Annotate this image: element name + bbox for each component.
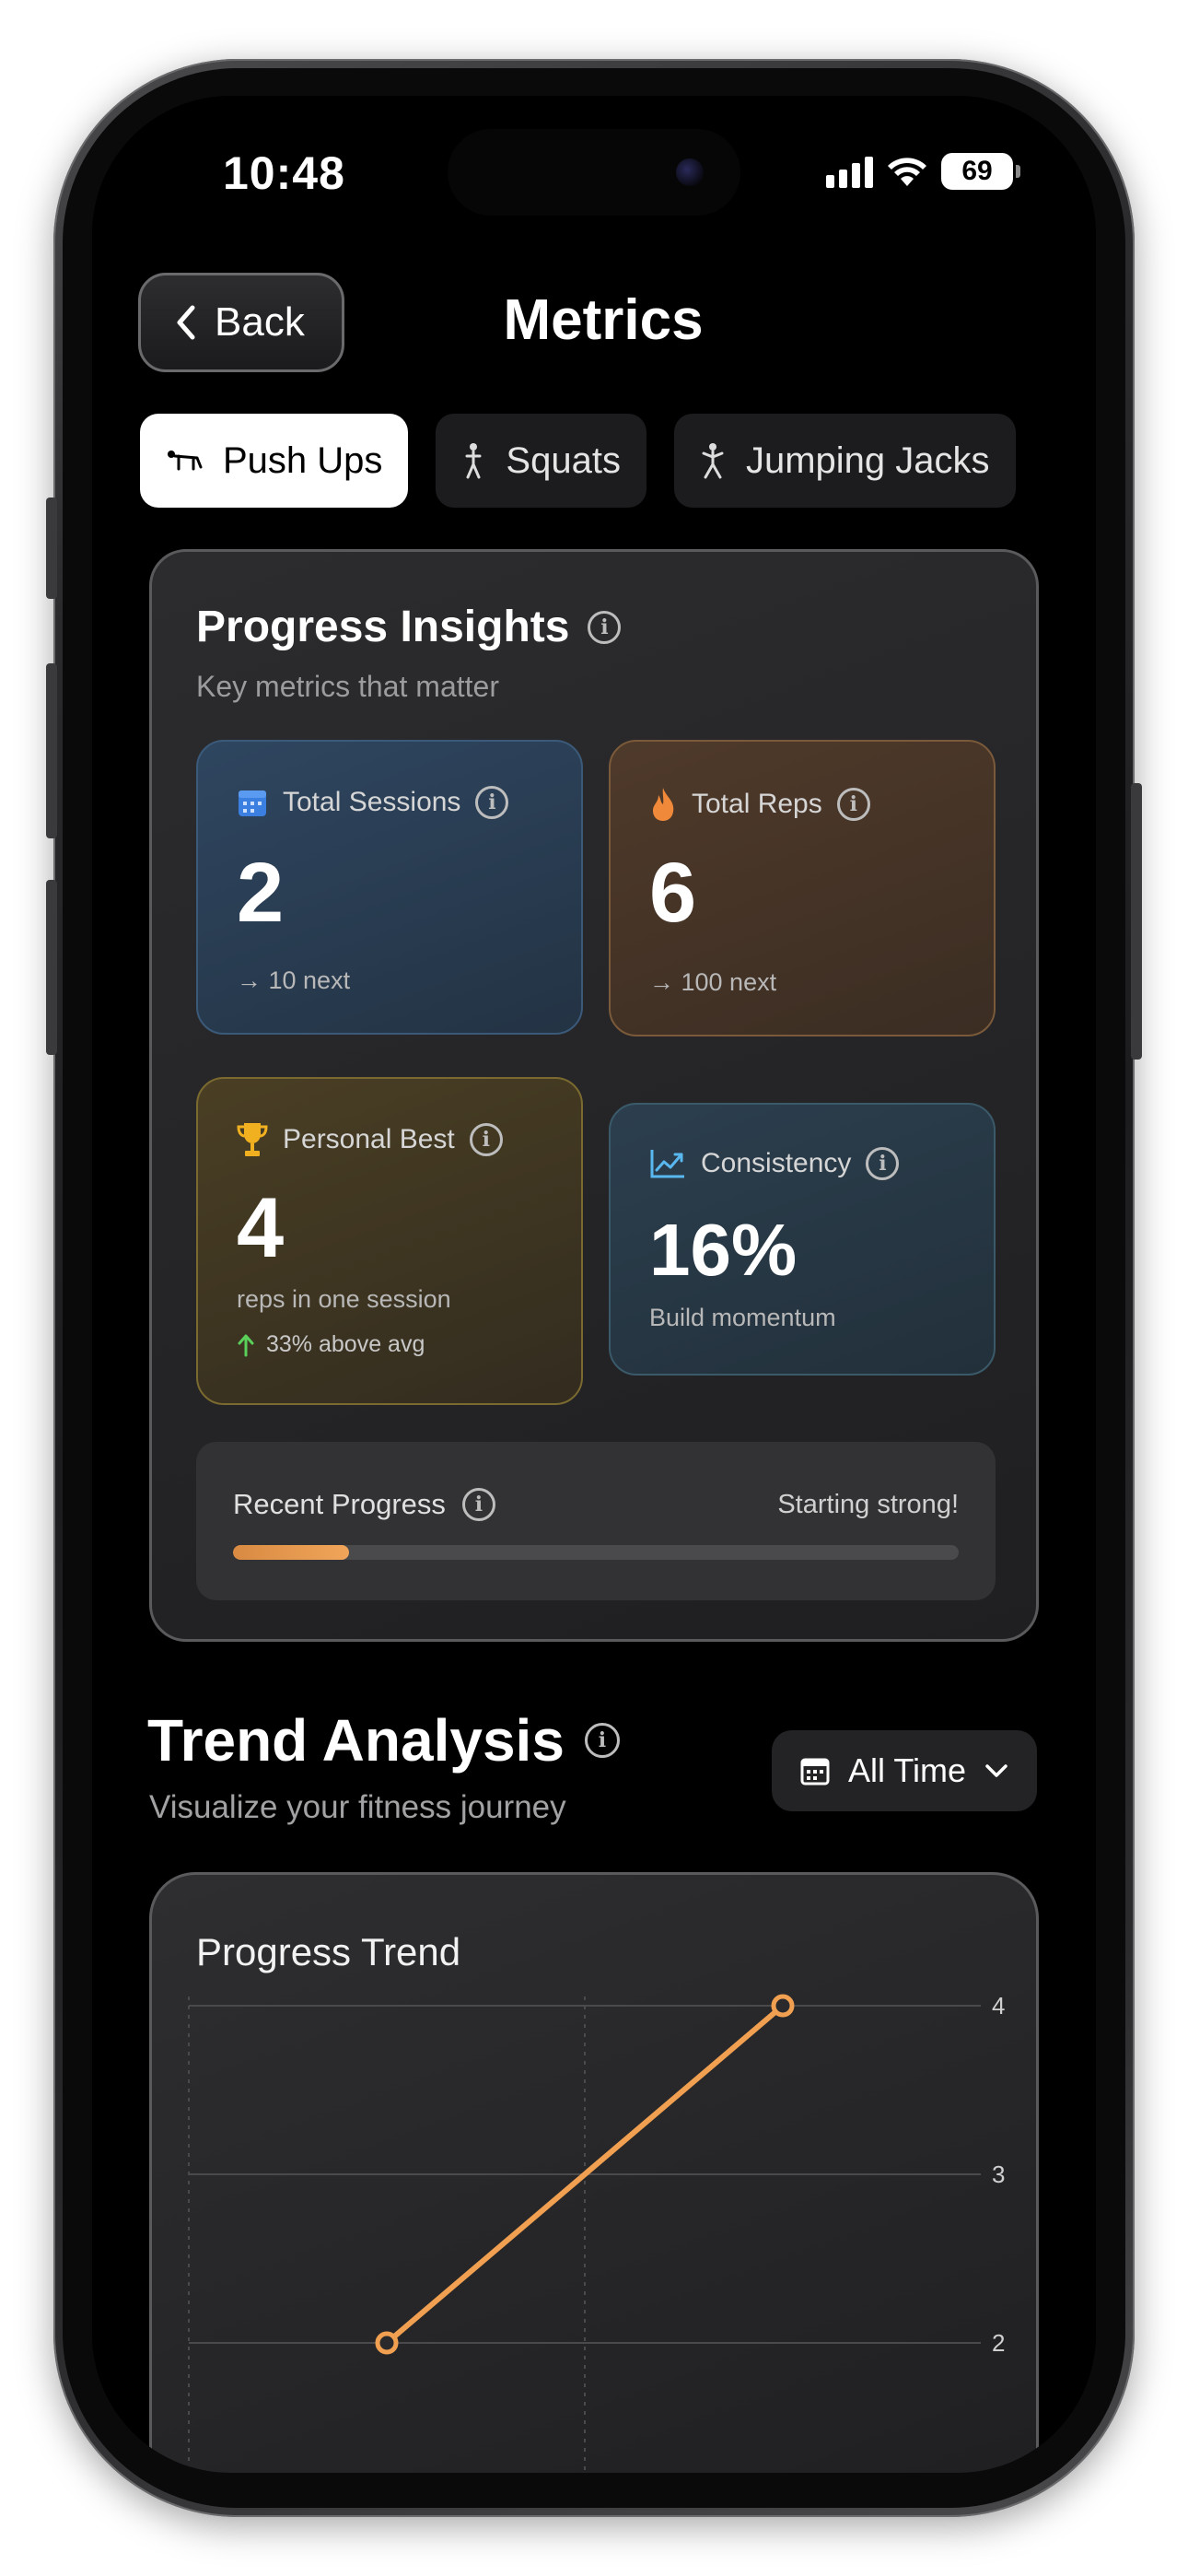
- volume-up-button: [46, 663, 57, 838]
- recent-progress-label: Recent Progress i: [233, 1488, 495, 1521]
- action-button: [46, 498, 57, 599]
- insights-title: Progress Insights i: [196, 602, 622, 652]
- recent-progress-status: Starting strong!: [777, 1490, 959, 1519]
- info-icon[interactable]: i: [461, 1488, 495, 1521]
- status-indicators: 69: [826, 153, 1020, 190]
- standing-figure-icon: [465, 443, 482, 479]
- calendar-icon: [239, 790, 266, 816]
- volume-down-button: [46, 880, 57, 1055]
- insights-subtitle: Key metrics that matter: [196, 670, 499, 703]
- status-time: 10:48: [223, 147, 345, 199]
- tile-label: Consistency: [701, 1148, 852, 1178]
- tile-header: Total Reps i: [649, 786, 870, 823]
- power-button: [1131, 783, 1142, 1060]
- progress-trend-chart-card: Progress Trend 432: [149, 1872, 1039, 2473]
- camera-icon: [676, 158, 704, 186]
- info-icon[interactable]: i: [588, 610, 622, 644]
- page-title: Metrics: [503, 288, 704, 352]
- tile-header: Personal Best i: [237, 1121, 503, 1158]
- calendar-icon: [800, 1758, 830, 1786]
- tile-label: Total Sessions: [283, 787, 461, 817]
- tile-note: reps in one session: [237, 1285, 451, 1313]
- y-tick-label: 3: [992, 2160, 1005, 2188]
- time-range-dropdown[interactable]: All Time: [772, 1730, 1037, 1811]
- tab-label: Push Ups: [223, 439, 383, 481]
- exercise-tabs: Push Ups Squats Jumping Jacks: [140, 414, 1016, 508]
- progress-bar: [233, 1545, 959, 1560]
- chevron-down-icon: [985, 1764, 1007, 1777]
- trend-title-text: Trend Analysis: [147, 1707, 565, 1774]
- tab-label: Jumping Jacks: [745, 439, 990, 481]
- info-icon[interactable]: i: [469, 1123, 503, 1156]
- tile-note: Build momentum: [649, 1304, 836, 1331]
- trend-chart-icon: [650, 1150, 684, 1178]
- tile-label: Total Reps: [692, 789, 822, 819]
- personal-best-tile: Personal Best i 4 reps in one session 33…: [196, 1077, 583, 1405]
- recent-progress-label-text: Recent Progress: [233, 1488, 446, 1520]
- recent-progress: Recent Progress i Starting strong!: [196, 1442, 996, 1600]
- y-tick-label: 2: [992, 2329, 1005, 2357]
- data-point: [375, 2331, 399, 2355]
- trend-analysis-title: Trend Analysis i: [147, 1706, 620, 1774]
- total-reps-tile: Total Reps i 6 → 100 next: [609, 740, 996, 1036]
- info-icon[interactable]: i: [866, 1147, 900, 1180]
- y-tick-label: 4: [992, 1992, 1005, 2020]
- tile-note: → 10 next: [237, 966, 351, 994]
- tab-label: Squats: [506, 439, 621, 481]
- tab-squats[interactable]: Squats: [436, 414, 646, 508]
- tile-value: 4: [237, 1181, 285, 1275]
- consistency-tile: Consistency i 16% Build momentum: [609, 1103, 996, 1376]
- tile-value: 6: [649, 846, 697, 940]
- tile-header: Total Sessions i: [237, 786, 509, 819]
- info-icon[interactable]: i: [584, 1723, 620, 1758]
- data-point: [771, 1994, 795, 2018]
- trophy-icon: [237, 1123, 268, 1156]
- progress-trend-chart: 4 3 2: [188, 1992, 1005, 2473]
- wifi-icon: [888, 158, 926, 186]
- tab-jumping-jacks[interactable]: Jumping Jacks: [673, 414, 1016, 508]
- info-icon[interactable]: i: [475, 786, 509, 819]
- cellular-signal-icon: [826, 155, 873, 188]
- arrow-up-icon: [238, 1334, 254, 1356]
- tile-value: 16%: [649, 1209, 798, 1291]
- push-up-figure-icon: [168, 451, 203, 471]
- dynamic-island: [448, 129, 740, 216]
- info-icon[interactable]: i: [836, 788, 870, 821]
- tile-value: 2: [237, 846, 285, 940]
- tile-header: Consistency i: [649, 1147, 900, 1180]
- tile-note: → 100 next: [649, 968, 777, 996]
- app-screen: 10:48 69 Back Metrics Push Ups Squats Ju…: [92, 96, 1096, 2473]
- tab-push-ups[interactable]: Push Ups: [140, 414, 409, 508]
- total-sessions-tile: Total Sessions i 2 → 10 next: [196, 740, 583, 1035]
- time-range-label: All Time: [847, 1751, 967, 1789]
- tile-label: Personal Best: [283, 1124, 455, 1154]
- delta-text: 33% above avg: [266, 1331, 425, 1357]
- progress-insights-card: Progress Insights i Key metrics that mat…: [149, 549, 1039, 1642]
- trend-analysis-subtitle: Visualize your fitness journey: [149, 1789, 566, 1825]
- above-average-delta: 33% above avg: [237, 1331, 425, 1358]
- battery-indicator: 69: [941, 153, 1020, 190]
- progress-bar-fill: [233, 1545, 350, 1560]
- flame-icon: [653, 788, 674, 821]
- jumping-figure-icon: [702, 443, 724, 479]
- insights-title-text: Progress Insights: [196, 603, 570, 651]
